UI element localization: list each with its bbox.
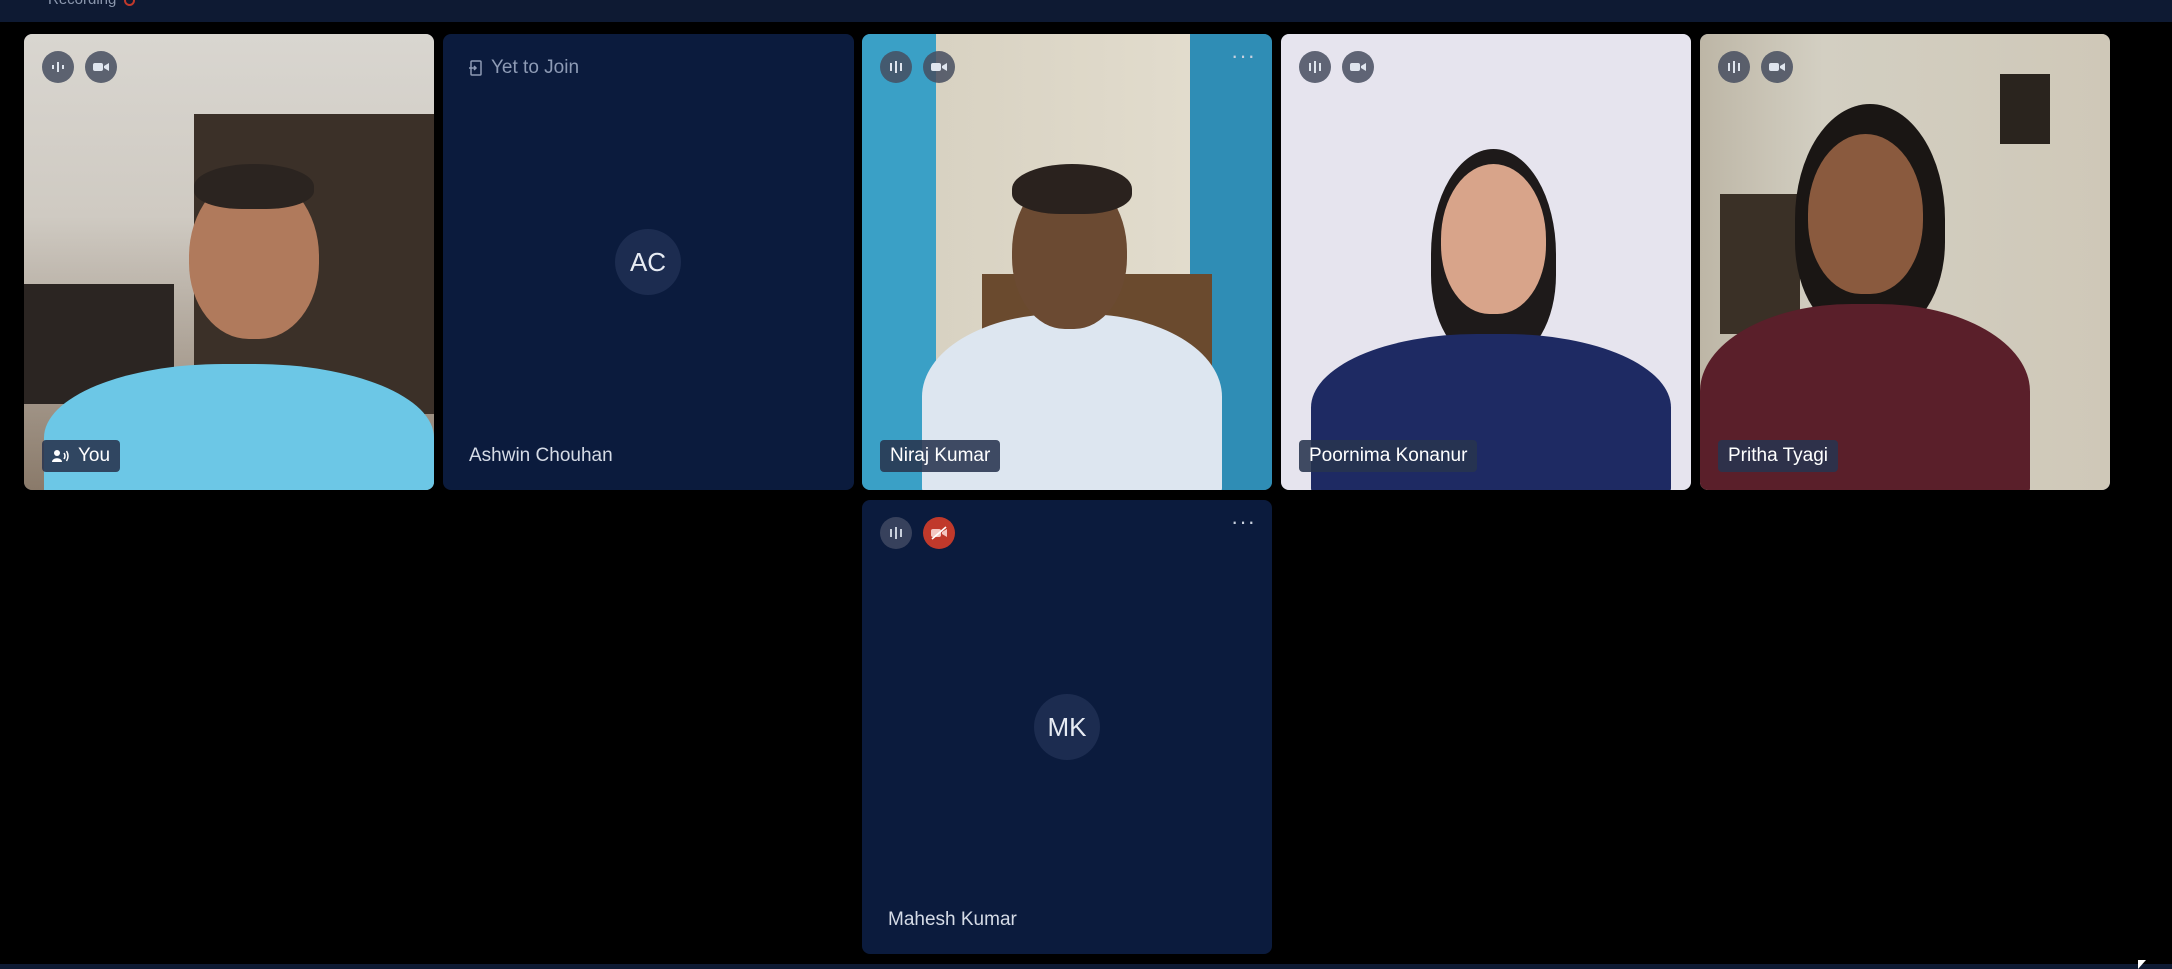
join-status-label: Yet to Join — [491, 57, 580, 78]
audio-level-icon[interactable] — [880, 517, 912, 549]
camera-icon[interactable] — [1761, 51, 1793, 83]
audio-level-icon[interactable] — [42, 51, 74, 83]
participant-tile-pritha[interactable]: Pritha Tyagi — [1700, 34, 2110, 490]
participant-tile-you[interactable]: You — [24, 34, 434, 490]
participant-name-tag: You — [42, 440, 121, 472]
participant-name: Ashwin Chouhan — [469, 445, 613, 466]
camera-icon[interactable] — [85, 51, 117, 83]
participant-name: Mahesh Kumar — [888, 909, 1017, 930]
more-options-icon[interactable]: ··· — [1231, 511, 1256, 533]
participant-tile-niraj[interactable]: ··· Niraj Kumar — [862, 34, 1272, 490]
door-enter-icon — [469, 60, 482, 76]
participant-name-tag: Pritha Tyagi — [1718, 440, 1838, 472]
participant-name: You — [78, 445, 111, 466]
more-options-icon[interactable]: ··· — [1231, 45, 1256, 67]
recording-indicator: Recording — [48, 0, 136, 8]
video-feed-you — [24, 34, 434, 490]
top-bar: Recording — [0, 0, 2172, 22]
avatar: MK — [1034, 694, 1100, 760]
participant-name-tag: Poornima Konanur — [1299, 440, 1478, 472]
video-feed-niraj — [862, 34, 1272, 490]
participant-tile-mahesh[interactable]: ··· MK Mahesh Kumar — [862, 500, 1272, 954]
participant-name: Niraj Kumar — [890, 445, 991, 466]
video-feed-pritha — [1700, 34, 2110, 490]
bottom-bar — [0, 964, 2172, 969]
participant-name: Pritha Tyagi — [1728, 445, 1828, 466]
audio-level-icon[interactable] — [1718, 51, 1750, 83]
avatar: AC — [615, 229, 681, 295]
audio-level-icon[interactable] — [880, 51, 912, 83]
participant-tile-poornima[interactable]: Poornima Konanur — [1281, 34, 1691, 490]
recording-icon — [124, 0, 136, 6]
participant-tile-ashwin[interactable]: Yet to Join AC Ashwin Chouhan — [443, 34, 854, 490]
camera-icon[interactable] — [1342, 51, 1374, 83]
camera-icon[interactable] — [923, 51, 955, 83]
participant-name-tag: Niraj Kumar — [880, 440, 1001, 472]
camera-off-icon[interactable] — [923, 517, 955, 549]
mouse-cursor-icon — [2138, 960, 2146, 969]
participant-name-tag: Ashwin Chouhan — [461, 440, 621, 472]
participant-name-tag: Mahesh Kumar — [880, 904, 1025, 936]
video-feed-poornima — [1281, 34, 1691, 490]
recording-label: Recording — [48, 0, 116, 8]
participant-name: Poornima Konanur — [1309, 445, 1468, 466]
join-status: Yet to Join — [469, 57, 579, 79]
speaker-icon — [52, 450, 69, 462]
audio-level-icon[interactable] — [1299, 51, 1331, 83]
